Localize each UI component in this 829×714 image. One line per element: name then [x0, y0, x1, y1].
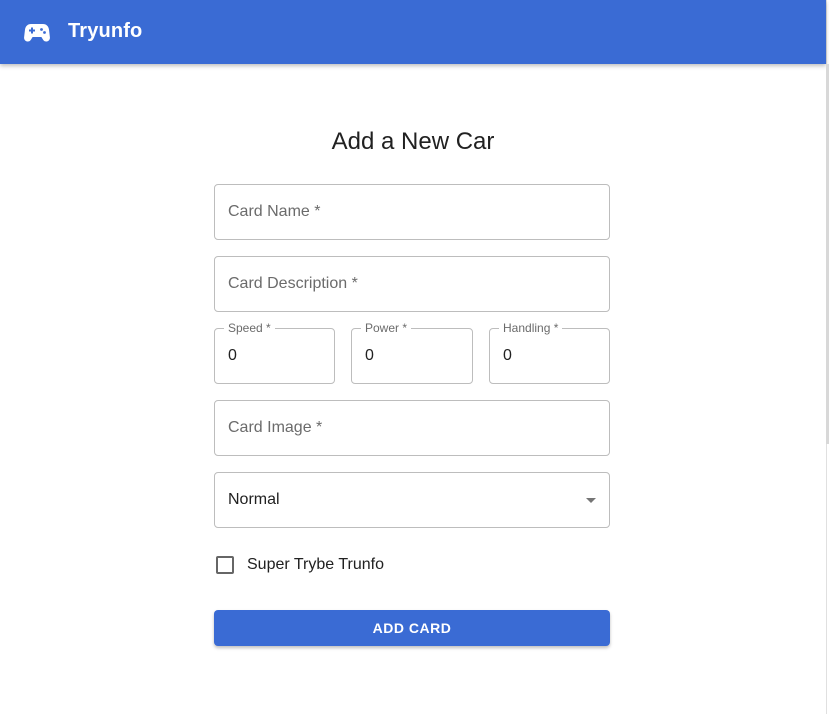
- speed-field[interactable]: Speed * 0: [214, 321, 335, 384]
- speed-value: 0: [228, 347, 237, 364]
- power-label: Power *: [361, 321, 412, 335]
- card-description-placeholder: Card Description *: [228, 275, 358, 292]
- page: Tryunfo Add a New Car Card Name * Card D…: [0, 0, 827, 714]
- card-description-field[interactable]: Card Description *: [214, 256, 610, 312]
- card-name-field[interactable]: Card Name *: [214, 184, 610, 240]
- dropdown-arrow-icon: [586, 498, 596, 503]
- card-image-field[interactable]: Card Image *: [214, 400, 610, 456]
- gamepad-icon: [24, 24, 50, 42]
- power-field[interactable]: Power * 0: [351, 321, 473, 384]
- handling-label: Handling *: [499, 321, 563, 335]
- app-title: Tryunfo: [68, 20, 143, 42]
- card-image-placeholder: Card Image *: [228, 419, 323, 436]
- rarity-select[interactable]: Normal: [214, 472, 610, 528]
- rarity-selected-value: Normal: [228, 491, 280, 508]
- form-heading: Add a New Car: [331, 128, 495, 155]
- super-trunfo-label: Super Trybe Trunfo: [247, 556, 384, 573]
- super-trunfo-checkbox-row[interactable]: Super Trybe Trunfo: [214, 552, 384, 578]
- app-bar: Tryunfo: [0, 0, 826, 64]
- add-card-button[interactable]: ADD CARD: [214, 610, 610, 646]
- card-name-placeholder: Card Name *: [228, 203, 321, 220]
- handling-field[interactable]: Handling * 0: [489, 321, 610, 384]
- power-value: 0: [365, 347, 374, 364]
- handling-value: 0: [503, 347, 512, 364]
- speed-label: Speed *: [224, 321, 275, 335]
- super-trunfo-checkbox[interactable]: [216, 556, 234, 574]
